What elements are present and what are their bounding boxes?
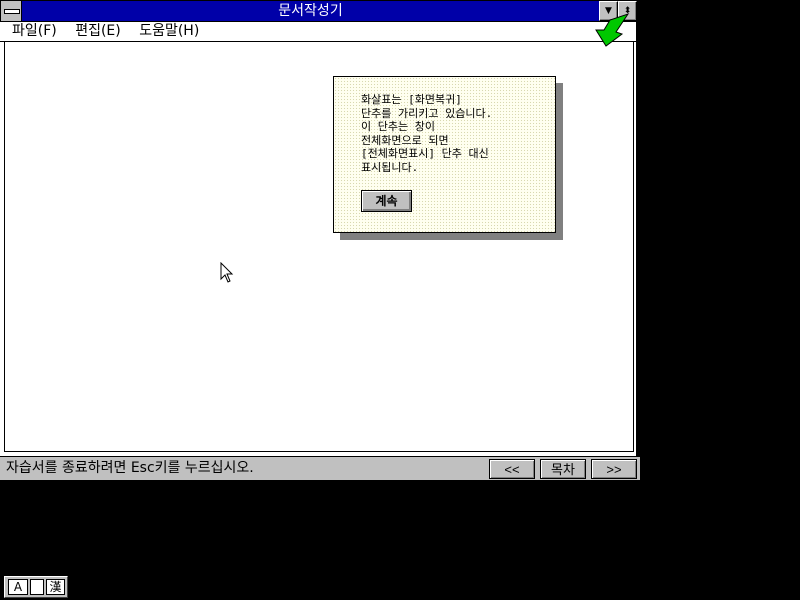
window-title: 문서작성기 [278, 3, 343, 19]
tip-text: 화살표는 [화면복귀] 단추를 가리키고 있습니다. 이 단추는 창이 전체화면… [361, 93, 493, 174]
mouse-pointer-shape [220, 262, 234, 283]
menu-item-file[interactable]: 파일(F) [12, 22, 57, 41]
continue-button[interactable]: 계속 [361, 190, 412, 212]
ime-indicator: A 漢 [4, 576, 68, 598]
ime-hanja-mode-button[interactable]: 漢 [46, 579, 65, 595]
green-arrow-shape [595, 13, 630, 47]
ime-alpha-mode-button[interactable]: A [8, 579, 28, 595]
title-bar[interactable]: 문서작성기 ▼ ⬍ [0, 0, 638, 22]
tutorial-tip-box: 화살표는 [화면복귀] 단추를 가리키고 있습니다. 이 단추는 창이 전체화면… [333, 76, 556, 233]
system-menu-icon [4, 9, 20, 14]
system-menu-button[interactable] [1, 1, 22, 21]
next-button[interactable]: >> [591, 459, 637, 479]
app-window: 문서작성기 ▼ ⬍ 파일(F) 편집(E) 도움말(H) 화살표는 [화면복귀]… [0, 0, 638, 456]
menu-item-edit[interactable]: 편집(E) [75, 22, 121, 41]
mouse-pointer-icon [220, 262, 234, 283]
status-bar: 자습서를 종료하려면 Esc키를 누르십시오. << 목차 >> [0, 456, 640, 480]
ime-width-mode-button[interactable] [30, 579, 44, 595]
menu-bar: 파일(F) 편집(E) 도움말(H) [0, 22, 636, 42]
previous-button[interactable]: << [489, 459, 535, 479]
green-arrow-icon [595, 13, 630, 47]
menu-item-help[interactable]: 도움말(H) [139, 22, 199, 41]
contents-button[interactable]: 목차 [540, 459, 586, 479]
status-message: 자습서를 종료하려면 Esc키를 누르십시오. [6, 460, 254, 476]
screen: 문서작성기 ▼ ⬍ 파일(F) 편집(E) 도움말(H) 화살표는 [화면복귀]… [0, 0, 800, 600]
